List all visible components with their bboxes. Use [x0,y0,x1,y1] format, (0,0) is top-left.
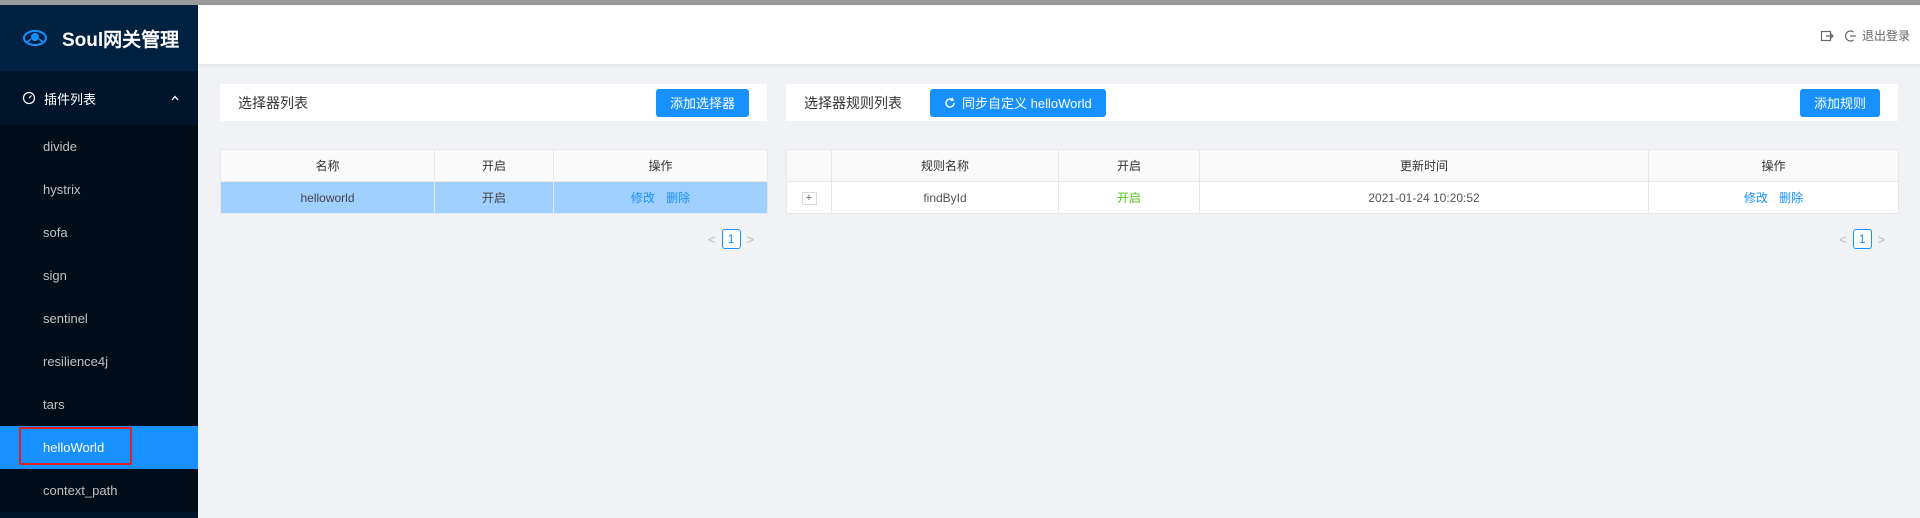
rule-panel-header: 选择器规则列表 同步自定义 helloWorld 添加规则 [786,84,1898,121]
rule-pagination: < 1 > [1839,229,1885,249]
next-page-icon[interactable]: > [747,232,755,247]
edit-link[interactable]: 修改 [631,191,655,205]
selector-pagination: < 1 > [708,229,754,249]
column-header-enabled: 开启 [434,149,554,182]
chevron-up-icon [171,95,179,101]
page-number[interactable]: 1 [1852,229,1872,249]
logo-icon [23,30,47,46]
app-logo[interactable]: Soul网关管理 [0,5,198,71]
sidebar-item-sentinel[interactable]: sentinel [0,297,198,340]
column-header-expand [786,149,832,182]
sync-button-label: 同步自定义 helloWorld [962,96,1092,111]
selector-panel-title: 选择器列表 [238,94,308,111]
actions-cell: 修改 删除 [1648,181,1899,214]
sidebar-item-sign[interactable]: sign [0,254,198,297]
app-title: Soul网关管理 [62,29,180,51]
rule-table-header: 规则名称 开启 更新时间 操作 [786,149,1899,182]
sync-icon [945,97,955,108]
dashboard-icon [22,91,36,105]
plugin-list-label: 插件列表 [44,91,97,107]
selector-table: 名称 开启 操作 helloworld 开启 修改 删除 [220,149,768,214]
sidebar-item-label: sofa [43,225,68,240]
column-header-name: 名称 [220,149,435,182]
sidebar-item-label: sentinel [43,311,88,326]
top-header: 退出登录 [198,5,1920,64]
logout-label: 退出登录 [1861,29,1910,43]
highlight-annotation-box [19,427,132,465]
column-header-rule-name: 规则名称 [831,149,1059,182]
sidebar-item-hystrix[interactable]: hystrix [0,168,198,211]
sidebar: Soul网关管理 插件列表 divide hystrix sofa sign s… [0,5,198,518]
export-icon[interactable] [1820,29,1834,43]
sidebar-item-label: context_path [43,483,118,498]
expand-cell: + [786,181,832,214]
selector-table-header: 名称 开启 操作 [220,149,768,182]
column-header-enabled: 开启 [1058,149,1200,182]
updated-time-cell: 2021-01-24 10:20:52 [1199,181,1649,214]
header-actions: 退出登录 [1820,27,1910,44]
prev-page-icon[interactable]: < [708,232,716,247]
sidebar-item-label: tars [43,397,65,412]
status-badge: 开启 [1058,181,1200,214]
prev-page-icon[interactable]: < [1839,232,1847,247]
sidebar-item-divide[interactable]: divide [0,125,198,168]
rule-name-cell: findById [831,181,1059,214]
expand-row-button[interactable]: + [801,192,817,205]
sidebar-item-label: resilience4j [43,354,109,369]
sidebar-item-tars[interactable]: tars [0,383,198,426]
selector-name-cell: helloworld [220,181,435,214]
column-header-actions: 操作 [553,149,768,182]
actions-cell: 修改 删除 [553,181,768,214]
add-selector-button[interactable]: 添加选择器 [655,88,749,117]
logout-icon [1844,29,1856,42]
table-row[interactable]: helloworld 开启 修改 删除 [220,181,768,214]
sidebar-item-context-path[interactable]: context_path [0,469,198,512]
sidebar-item-label: hystrix [43,182,81,197]
delete-link[interactable]: 删除 [1779,191,1803,205]
plugin-list-toggle[interactable]: 插件列表 [0,71,198,125]
delete-link[interactable]: 删除 [666,191,690,205]
add-rule-button[interactable]: 添加规则 [1799,88,1880,117]
sidebar-item-resilience4j[interactable]: resilience4j [0,340,198,383]
sync-custom-button[interactable]: 同步自定义 helloWorld [930,88,1106,117]
logout-button[interactable]: 退出登录 [1844,27,1910,44]
page-number[interactable]: 1 [721,229,741,249]
column-header-actions: 操作 [1648,149,1899,182]
sidebar-item-sofa[interactable]: sofa [0,211,198,254]
rule-panel-title: 选择器规则列表 [804,94,902,111]
column-header-updated-time: 更新时间 [1199,149,1649,182]
plugin-menu: divide hystrix sofa sign sentinel resili… [0,125,198,512]
selector-panel-header: 选择器列表 添加选择器 [220,84,767,121]
next-page-icon[interactable]: > [1878,232,1886,247]
sidebar-item-label: divide [43,139,77,154]
sidebar-item-label: sign [43,268,67,283]
sidebar-item-helloworld[interactable]: helloWorld [0,426,198,469]
status-badge: 开启 [434,181,554,214]
rule-table: 规则名称 开启 更新时间 操作 + findById 开启 2021-01-24… [786,149,1899,214]
edit-link[interactable]: 修改 [1744,191,1768,205]
table-row: + findById 开启 2021-01-24 10:20:52 修改 删除 [786,181,1899,214]
